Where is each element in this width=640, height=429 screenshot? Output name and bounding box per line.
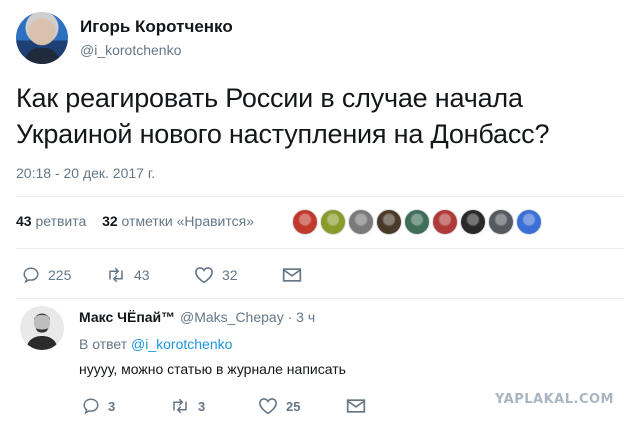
liker-avatar-8[interactable]	[488, 209, 514, 235]
author-name[interactable]: Игорь Коротченко	[80, 17, 233, 37]
reply-retweet-button[interactable]: 3	[170, 397, 258, 415]
like-button[interactable]: 32	[194, 266, 282, 284]
retweet-icon	[109, 267, 123, 283]
reply-reply-count: 3	[108, 398, 116, 414]
likers-avatars	[292, 209, 542, 237]
author-handle[interactable]: @i_korotchenko	[80, 42, 181, 58]
like-count: 32	[222, 267, 238, 283]
tweet-actions: 225 43 32	[22, 266, 302, 284]
retweet-count: 43	[134, 267, 150, 283]
divider	[16, 196, 624, 197]
reply-button[interactable]: 225	[22, 266, 106, 284]
retweets-label[interactable]: ретвита	[35, 213, 86, 229]
reply-like-button[interactable]: 25	[258, 397, 346, 415]
retweet-icon	[173, 398, 187, 414]
message-button[interactable]	[282, 267, 302, 283]
liker-avatar-6[interactable]	[432, 209, 458, 235]
reply-like-count: 25	[286, 398, 301, 414]
reply-to-line: В ответ @i_korotchenko	[79, 336, 232, 352]
liker-avatar-1[interactable]	[292, 209, 318, 235]
reply-author-avatar[interactable]	[20, 306, 64, 350]
avatar-suit	[25, 48, 59, 64]
reply-to-handle-link[interactable]: @i_korotchenko	[131, 336, 232, 352]
reply-icon	[23, 267, 39, 284]
liker-avatar-7[interactable]	[460, 209, 486, 235]
liker-avatar-2[interactable]	[320, 209, 346, 235]
site-watermark: YAPLAKAL.COM	[495, 392, 614, 407]
tweet-stats: 43 ретвита 32 отметки «Нравится»	[16, 213, 254, 229]
reply-message-button[interactable]	[346, 398, 366, 414]
heart-icon	[258, 398, 278, 415]
liker-avatar-3[interactable]	[348, 209, 374, 235]
author-avatar[interactable]	[16, 12, 68, 64]
heart-icon	[194, 267, 214, 284]
reply-reply-button[interactable]: 3	[82, 397, 170, 415]
reply-time[interactable]: 3 ч	[296, 309, 315, 325]
liker-avatar-5[interactable]	[404, 209, 430, 235]
reply-dot: ·	[287, 309, 293, 325]
retweets-count[interactable]: 43	[16, 213, 32, 229]
tweet-text: Как реагировать России в случае начала У…	[16, 83, 550, 149]
reply-icon	[83, 398, 99, 415]
reply-meta: @Maks_Chepay · 3 ч	[180, 309, 315, 325]
reply-author-name[interactable]: Макс ЧЁпай™	[79, 309, 175, 325]
divider	[16, 298, 624, 299]
tweet-timestamp[interactable]: 20:18 - 20 дек. 2017 г.	[16, 165, 155, 181]
divider	[16, 248, 624, 249]
reply-actions: 3 3 25	[82, 397, 366, 415]
envelope-icon	[346, 399, 366, 413]
reply-retweet-count: 3	[198, 398, 206, 414]
reply-text: нуууу, можно статью в журнале написать	[79, 361, 346, 377]
envelope-icon	[282, 268, 302, 282]
reply-count: 225	[48, 267, 72, 283]
liker-avatar-4[interactable]	[376, 209, 402, 235]
likes-count[interactable]: 32	[102, 213, 118, 229]
reply-author-handle[interactable]: @Maks_Chepay	[180, 309, 284, 325]
reply-avatar-portrait	[20, 306, 64, 350]
retweet-button[interactable]: 43	[106, 266, 194, 284]
liker-avatar-9[interactable]	[516, 209, 542, 235]
likes-label[interactable]: отметки «Нравится»	[122, 213, 254, 229]
reply-to-prefix: В ответ	[79, 336, 128, 352]
